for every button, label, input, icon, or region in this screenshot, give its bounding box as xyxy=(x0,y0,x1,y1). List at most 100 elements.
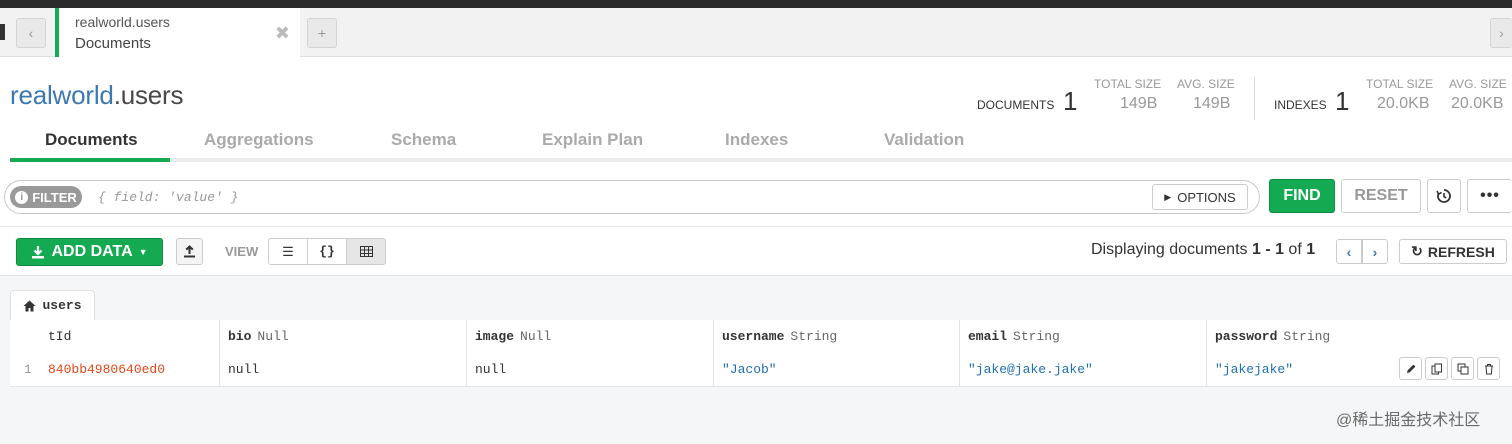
cell-image[interactable]: null xyxy=(467,352,714,386)
column-type: String xyxy=(1013,328,1060,344)
tab-bar-left-edge-icon xyxy=(0,24,5,40)
indexes-count: 1 xyxy=(1335,86,1350,116)
query-history-button[interactable] xyxy=(1427,179,1461,213)
refresh-button[interactable]: ↻ REFRESH xyxy=(1399,239,1507,264)
idx-avg-size-label: AVG. SIZE xyxy=(1449,77,1507,91)
list-icon: ☰ xyxy=(282,243,294,259)
tab-indexes[interactable]: Indexes xyxy=(725,130,788,150)
tab-validation[interactable]: Validation xyxy=(884,130,964,150)
documents-count: 1 xyxy=(1063,86,1078,116)
idx-total-size: 20.0KB xyxy=(1377,95,1430,112)
json-view-button[interactable]: {} xyxy=(307,238,347,265)
add-data-button[interactable]: ADD DATA ▼ xyxy=(16,238,163,266)
options-label: OPTIONS xyxy=(1177,189,1236,205)
collection-breadcrumb-tab[interactable]: users xyxy=(10,290,95,320)
clone-document-button[interactable] xyxy=(1451,357,1474,380)
divider xyxy=(0,226,1512,227)
displaying-range: 1 - 1 xyxy=(1251,241,1284,258)
cell-value: 840bb4980640ed0 xyxy=(48,361,166,377)
tab-documents[interactable]: Documents xyxy=(45,130,138,150)
collection-tab-label: users xyxy=(42,298,82,313)
caret-right-icon: ▶ xyxy=(1164,191,1172,202)
column-header-tid[interactable]: tId xyxy=(10,320,220,352)
upload-icon xyxy=(184,245,195,258)
edit-document-button[interactable] xyxy=(1399,357,1422,380)
more-options-button[interactable]: ••• xyxy=(1467,179,1512,213)
filter-placeholder: { field: 'value' } xyxy=(98,190,239,205)
table-view-button[interactable] xyxy=(346,238,386,265)
doc-total-size: 149B xyxy=(1120,95,1158,112)
displaying-total: 1 xyxy=(1306,241,1316,258)
table-row[interactable]: 1 840bb4980640ed0 null null "Jacob" "jak… xyxy=(10,352,1512,387)
cell-id[interactable]: 1 840bb4980640ed0 xyxy=(10,352,220,386)
row-index: 1 xyxy=(24,361,32,377)
pagination-text: Displaying documents 1 - 1 of 1 xyxy=(1091,241,1315,259)
tab-explain-plan[interactable]: Explain Plan xyxy=(542,130,643,150)
column-name: image xyxy=(475,328,515,344)
column-header-username[interactable]: username String xyxy=(714,320,960,352)
column-name: email xyxy=(968,328,1008,344)
history-icon xyxy=(1436,189,1451,203)
doc-total-size-label: TOTAL SIZE xyxy=(1094,77,1162,91)
reset-button[interactable]: RESET xyxy=(1341,179,1421,213)
tab-aggregations[interactable]: Aggregations xyxy=(204,130,314,150)
database-name: realworld xyxy=(10,80,114,110)
documents-label: DOCUMENTS xyxy=(977,98,1055,112)
idx-avg-size: 20.0KB xyxy=(1451,95,1504,112)
window-top-strip xyxy=(0,0,1512,8)
cell-email[interactable]: "jake@jake.jake" xyxy=(960,352,1207,386)
table-header-row: tId bio Null image Null username String ema… xyxy=(10,320,1512,354)
tab-subtitle: Documents xyxy=(75,35,151,52)
chevron-right-icon: › xyxy=(1372,243,1378,260)
tab-title: realworld.users xyxy=(75,14,170,30)
copy-document-button[interactable] xyxy=(1425,357,1448,380)
tab-realworld-users[interactable]: realworld.users Documents ✖ xyxy=(55,8,300,57)
subtab-track xyxy=(10,158,1512,162)
displaying-prefix: Displaying documents xyxy=(1091,241,1252,258)
column-header-email[interactable]: email String xyxy=(960,320,1207,352)
doc-avg-size: 149B xyxy=(1193,95,1231,112)
tab-bar: ‹ realworld.users Documents ✖ + › xyxy=(0,8,1512,57)
next-page-button[interactable]: › xyxy=(1362,239,1388,264)
prev-page-button[interactable]: ‹ xyxy=(1336,239,1362,264)
add-data-label: ADD DATA xyxy=(51,243,133,260)
column-header-bio[interactable]: bio Null xyxy=(220,320,467,352)
plus-icon: + xyxy=(317,25,327,41)
view-toggle-group: ☰ {} xyxy=(268,238,388,265)
column-type: String xyxy=(790,328,838,344)
close-tab-icon[interactable]: ✖ xyxy=(275,23,290,44)
indexes-label: INDEXES xyxy=(1274,98,1327,112)
caret-down-icon: ▼ xyxy=(138,247,148,257)
export-button[interactable] xyxy=(176,238,203,265)
column-type: Null xyxy=(520,328,552,344)
view-label: VIEW xyxy=(225,244,259,259)
info-icon: i xyxy=(15,190,29,204)
column-header-password[interactable]: password String xyxy=(1207,320,1512,352)
refresh-label: REFRESH xyxy=(1427,243,1495,260)
new-tab-button[interactable]: + xyxy=(307,18,337,48)
home-icon xyxy=(23,300,36,311)
trash-icon xyxy=(1484,363,1493,374)
idx-total-size-label: TOTAL SIZE xyxy=(1366,77,1434,91)
tab-forward-button[interactable]: › xyxy=(1490,18,1512,48)
stats-divider xyxy=(1254,76,1255,120)
cell-username[interactable]: "Jacob" xyxy=(714,352,960,386)
collection-name: .users xyxy=(113,80,184,110)
cell-bio[interactable]: null xyxy=(220,352,467,386)
doc-avg-size-label: AVG. SIZE xyxy=(1177,77,1235,91)
list-view-button[interactable]: ☰ xyxy=(268,238,308,265)
clone-icon xyxy=(1457,363,1468,374)
tab-back-button[interactable]: ‹ xyxy=(16,18,46,48)
find-button[interactable]: FIND xyxy=(1269,179,1335,213)
cell-value: null xyxy=(475,361,507,377)
column-name: tId xyxy=(48,328,72,344)
copy-icon xyxy=(1431,363,1442,374)
column-header-image[interactable]: image Null xyxy=(467,320,714,352)
row-actions xyxy=(1399,357,1500,380)
chevron-left-icon: ‹ xyxy=(28,25,34,41)
tab-schema[interactable]: Schema xyxy=(391,130,456,150)
cell-value: "jake@jake.jake" xyxy=(968,361,1093,377)
braces-icon: {} xyxy=(319,244,335,259)
options-button[interactable]: ▶ OPTIONS xyxy=(1152,184,1248,210)
delete-document-button[interactable] xyxy=(1477,357,1500,380)
